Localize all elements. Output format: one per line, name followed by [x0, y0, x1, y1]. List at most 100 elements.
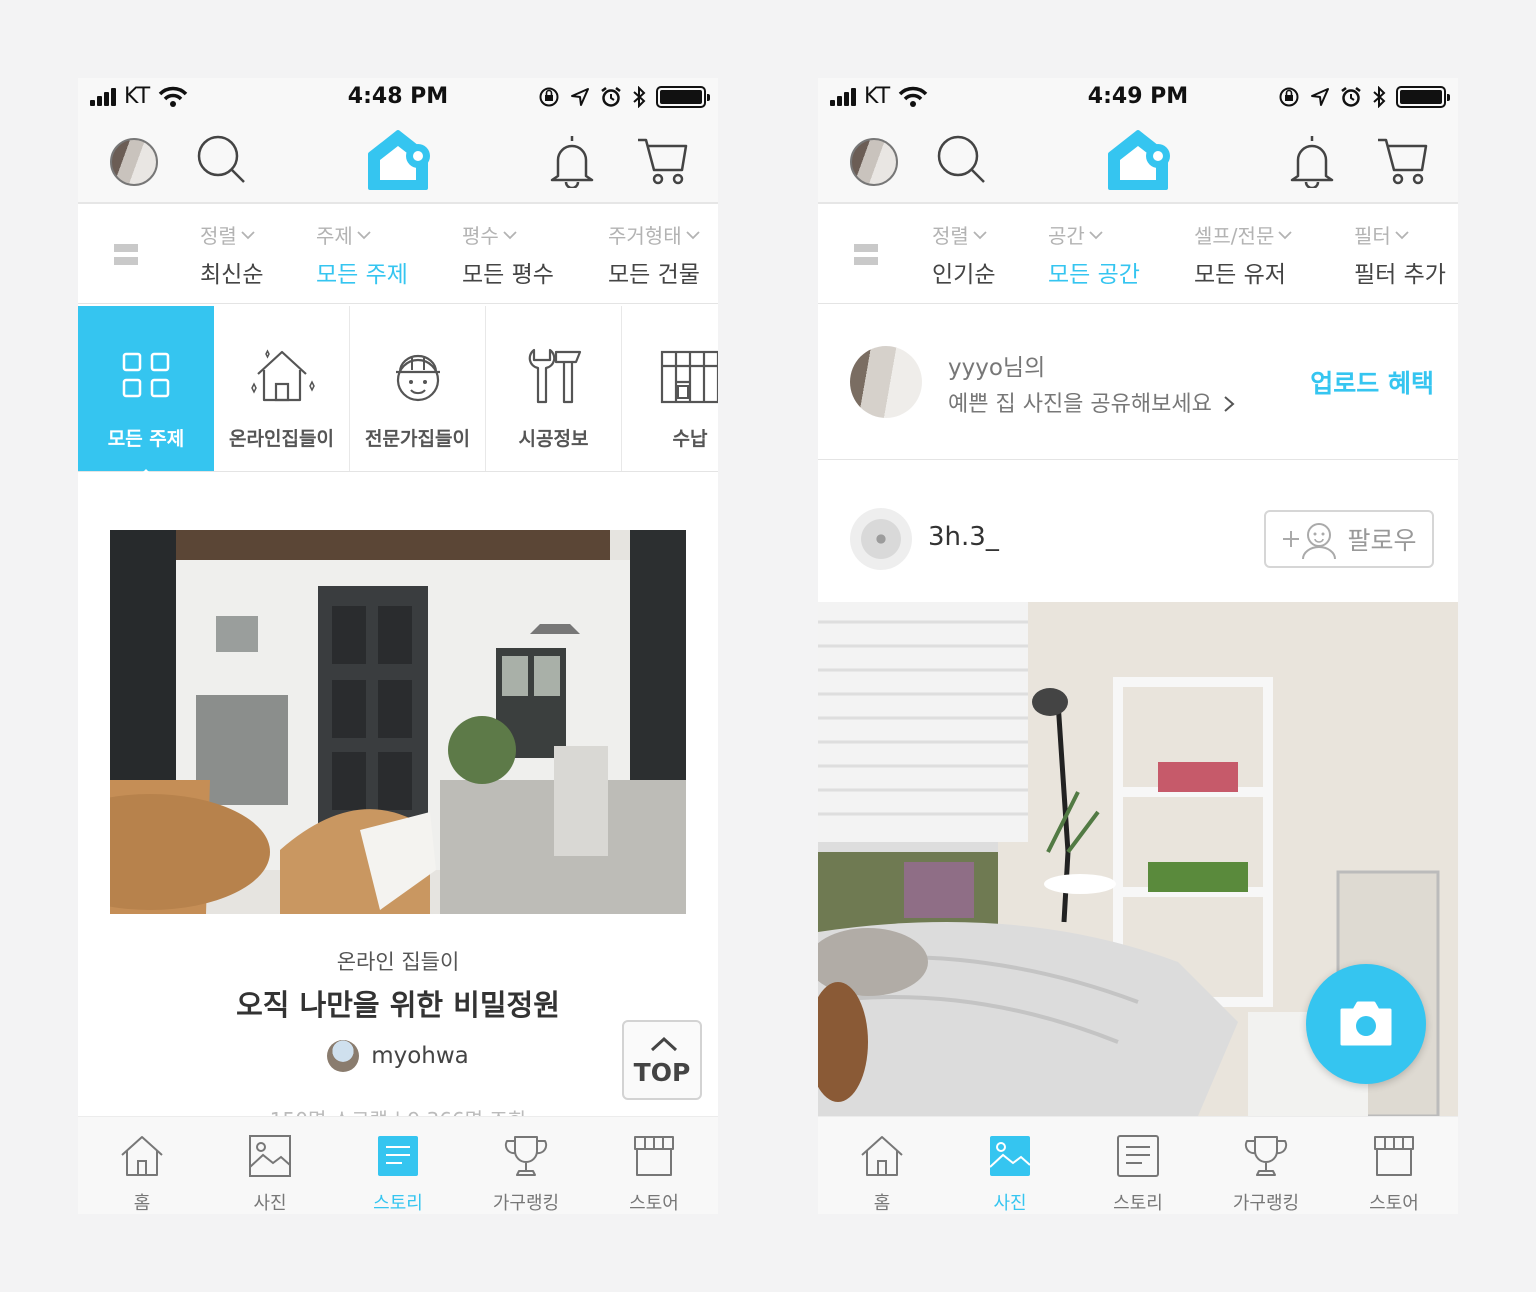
bottom-tab-bar: 홈 사진 스토리 가구랭킹 스토어 — [78, 1116, 718, 1214]
category-construction-info[interactable]: 시공정보 — [486, 306, 622, 471]
filter-housing[interactable]: 주거형태 모든 건물 — [608, 220, 700, 289]
menu-toggle-icon[interactable] — [114, 244, 138, 270]
tab-photo[interactable]: 사진 — [206, 1117, 334, 1214]
filter-housing-value: 모든 건물 — [608, 262, 700, 288]
chevron-down-icon — [973, 230, 987, 239]
story-icon — [1117, 1135, 1159, 1177]
chevron-down-icon — [1278, 230, 1292, 239]
tab-furniture-ranking[interactable]: 가구랭킹 — [1202, 1117, 1330, 1214]
filter-topic-value: 모든 주제 — [316, 262, 408, 288]
store-icon — [1374, 1136, 1414, 1176]
storage-icon — [660, 350, 718, 404]
tab-photo-label: 사진 — [253, 1193, 287, 1214]
home-icon — [121, 1136, 163, 1176]
location-icon — [571, 88, 589, 106]
battery-icon — [656, 86, 710, 108]
home-icon — [861, 1136, 903, 1176]
feed-author-name[interactable]: 3h.3_ — [928, 522, 999, 552]
profile-avatar[interactable] — [110, 138, 158, 186]
add-friend-icon — [1283, 523, 1337, 559]
app-header — [78, 118, 718, 204]
user-avatar — [850, 346, 922, 418]
category-online-housewarming[interactable]: 온라인집들이 — [214, 306, 350, 471]
filter-user-type[interactable]: 셀프/전문 모든 유저 — [1194, 220, 1292, 289]
feed-author-avatar[interactable] — [850, 508, 912, 570]
tab-furniture-ranking[interactable]: 가구랭킹 — [462, 1117, 590, 1214]
filter-space-value: 모든 공간 — [1048, 262, 1140, 288]
cart-icon[interactable] — [1374, 132, 1430, 188]
category-all[interactable]: 모든 주제 — [78, 306, 214, 481]
filter-sort-value: 인기순 — [932, 262, 996, 288]
filter-more[interactable]: 필터 필터 추가 — [1354, 220, 1446, 289]
store-icon — [634, 1136, 674, 1176]
trophy-icon — [1244, 1136, 1288, 1176]
tab-furniture-ranking-label: 가구랭킹 — [1232, 1193, 1300, 1214]
menu-toggle-icon[interactable] — [854, 244, 878, 270]
bluetooth-icon — [1373, 86, 1386, 108]
home-logo-icon[interactable] — [1104, 128, 1174, 192]
category-strip: 모든 주제 온라인집들이 전문가집들이 시공정보 수납 — [78, 306, 718, 481]
bluetooth-icon — [633, 86, 646, 108]
cart-icon[interactable] — [634, 132, 690, 188]
scroll-top-button[interactable]: TOP — [622, 1020, 702, 1100]
story-stats: 150명 스크랩 | 9,366명 조회 — [78, 1104, 718, 1116]
profile-avatar[interactable] — [850, 138, 898, 186]
chevron-down-icon — [685, 230, 700, 239]
bell-icon[interactable] — [1288, 132, 1336, 188]
bottom-tab-bar: 홈 사진 스토리 가구랭킹 스토어 — [818, 1116, 1458, 1214]
active-caret — [134, 469, 158, 481]
scroll-top-label: TOP — [633, 1058, 691, 1087]
status-bar: KT 4:49 PM — [818, 78, 1458, 118]
filter-housing-label: 주거형태 — [608, 224, 682, 248]
photo-screen: KT 4:49 PM 정렬 인기순 공간 모든 공간 셀프/전문 모든 유저 필… — [818, 78, 1458, 1214]
worker-icon — [396, 354, 440, 402]
chevron-down-icon — [503, 230, 517, 239]
story-category: 온라인 집들이 — [336, 950, 460, 974]
tab-home[interactable]: 홈 — [818, 1117, 946, 1214]
chevron-right-icon — [1224, 396, 1235, 412]
tab-store[interactable]: 스토어 — [590, 1117, 718, 1214]
category-storage-label: 수납 — [672, 428, 708, 450]
filter-size[interactable]: 평수 모든 평수 — [462, 220, 554, 289]
category-all-label: 모든 주제 — [107, 428, 185, 450]
search-icon[interactable] — [934, 132, 990, 188]
filter-sort[interactable]: 정렬 인기순 — [932, 220, 995, 289]
upload-message-text: 예쁜 집 사진을 공유해보세요 — [948, 392, 1212, 417]
trophy-icon — [504, 1136, 548, 1176]
location-icon — [1311, 88, 1329, 106]
upload-message: 예쁜 집 사진을 공유해보세요 — [948, 386, 1235, 418]
story-icon — [378, 1136, 418, 1176]
category-storage[interactable]: 수납 — [622, 306, 718, 471]
tab-story-label: 스토리 — [373, 1193, 423, 1214]
chevron-down-icon — [1089, 230, 1103, 239]
filter-bar: 정렬 인기순 공간 모든 공간 셀프/전문 모든 유저 필터 필터 추가 — [818, 204, 1458, 304]
tab-store[interactable]: 스토어 — [1330, 1117, 1458, 1214]
filter-size-label: 평수 — [462, 224, 499, 248]
tab-story[interactable]: 스토리 — [1074, 1117, 1202, 1214]
story-cover-image[interactable] — [110, 530, 686, 914]
tab-home-label: 홈 — [873, 1193, 891, 1214]
bell-icon[interactable] — [548, 132, 596, 188]
filter-sort-value: 최신순 — [200, 262, 264, 288]
upload-prompt[interactable]: yyyo님의 예쁜 집 사진을 공유해보세요 업로드 혜택 — [818, 306, 1458, 460]
follow-button[interactable]: 팔로우 — [1264, 510, 1434, 568]
search-icon[interactable] — [194, 132, 250, 188]
filter-bar: 정렬 최신순 주제 모든 주제 평수 모든 평수 주거형태 모든 건물 — [78, 204, 718, 304]
tab-photo[interactable]: 사진 — [946, 1117, 1074, 1214]
filter-topic-label: 주제 — [316, 224, 353, 248]
filter-topic[interactable]: 주제 모든 주제 — [316, 220, 408, 289]
tab-home-label: 홈 — [133, 1193, 151, 1214]
tab-photo-label: 사진 — [993, 1193, 1027, 1214]
category-expert-housewarming[interactable]: 전문가집들이 — [350, 306, 486, 471]
tab-store-label: 스토어 — [1369, 1193, 1419, 1214]
tab-story[interactable]: 스토리 — [334, 1117, 462, 1214]
upload-benefit-link[interactable]: 업로드 혜택 — [1310, 364, 1434, 400]
filter-sort[interactable]: 정렬 최신순 — [200, 220, 263, 289]
camera-upload-button[interactable] — [1306, 964, 1426, 1084]
story-title[interactable]: 오직 나만을 위한 비밀정원 — [78, 982, 718, 1024]
tab-store-label: 스토어 — [629, 1193, 679, 1214]
filter-space[interactable]: 공간 모든 공간 — [1048, 220, 1140, 289]
tab-home[interactable]: 홈 — [78, 1117, 206, 1214]
alarm-icon — [601, 87, 621, 107]
home-logo-icon[interactable] — [364, 128, 434, 192]
